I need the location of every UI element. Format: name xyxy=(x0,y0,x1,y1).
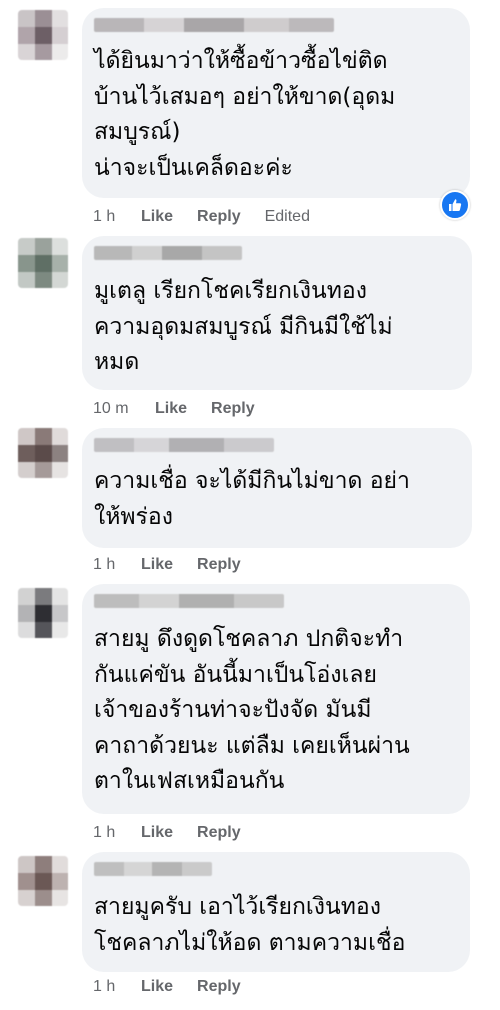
comment-actions: 1 h Like Reply xyxy=(93,977,265,997)
comment-bubble: สายมู ดึงดูดโชคลาภ ปกติจะทำ กันแค่ขัน อั… xyxy=(82,584,470,814)
comment-text: สายมูครับ เอาไว้เรียกเงินทอง โชคลาภไม่ให… xyxy=(94,894,406,956)
comment-bubble: สายมูครับ เอาไว้เรียกเงินทอง โชคลาภไม่ให… xyxy=(82,852,470,972)
comment-actions: 10 m Like Reply xyxy=(93,399,279,419)
reply-button[interactable]: Reply xyxy=(197,208,241,226)
comment-actions: 1 h Like Reply xyxy=(93,555,265,575)
author-name-blurred[interactable] xyxy=(94,18,334,32)
timestamp[interactable]: 1 h xyxy=(93,978,141,996)
avatar[interactable] xyxy=(18,856,68,906)
comment-bubble: ความเชื่อ จะได้มีกินไม่ขาด อย่า ให้พร่อง xyxy=(82,428,472,548)
author-name-blurred[interactable] xyxy=(94,246,242,260)
comment-text: ความเชื่อ จะได้มีกินไม่ขาด อย่า ให้พร่อง xyxy=(94,468,410,530)
reply-button[interactable]: Reply xyxy=(197,978,241,996)
avatar[interactable] xyxy=(18,10,68,60)
like-button[interactable]: Like xyxy=(141,208,173,226)
comment-actions: 1 h Like Reply Edited xyxy=(93,207,310,227)
reply-button[interactable]: Reply xyxy=(197,556,241,574)
like-button[interactable]: Like xyxy=(155,400,187,418)
comment-text: ได้ยินมาว่าให้ซื้อข้าวซื้อไข่ติด บ้านไว้… xyxy=(94,48,396,181)
like-button[interactable]: Like xyxy=(141,978,173,996)
comment-text: สายมู ดึงดูดโชคลาภ ปกติจะทำ กันแค่ขัน อั… xyxy=(94,626,410,794)
like-reaction-badge[interactable] xyxy=(440,190,470,220)
like-button[interactable]: Like xyxy=(141,824,173,842)
comment-bubble: มูเตลู เรียกโชคเรียกเงินทอง ความอุดมสมบู… xyxy=(82,236,472,390)
reply-button[interactable]: Reply xyxy=(211,400,255,418)
timestamp[interactable]: 1 h xyxy=(93,824,141,842)
avatar[interactable] xyxy=(18,238,68,288)
author-name-blurred[interactable] xyxy=(94,862,212,876)
author-name-blurred[interactable] xyxy=(94,594,284,608)
timestamp[interactable]: 1 h xyxy=(93,208,141,226)
timestamp[interactable]: 10 m xyxy=(93,400,155,418)
avatar[interactable] xyxy=(18,588,68,638)
like-icon xyxy=(449,199,462,211)
comment-text: มูเตลู เรียกโชคเรียกเงินทอง ความอุดมสมบู… xyxy=(94,278,393,375)
comment-bubble: ได้ยินมาว่าให้ซื้อข้าวซื้อไข่ติด บ้านไว้… xyxy=(82,8,470,198)
like-button[interactable]: Like xyxy=(141,556,173,574)
author-name-blurred[interactable] xyxy=(94,438,274,452)
edited-label[interactable]: Edited xyxy=(265,208,310,226)
comment-actions: 1 h Like Reply xyxy=(93,823,265,843)
reply-button[interactable]: Reply xyxy=(197,824,241,842)
timestamp[interactable]: 1 h xyxy=(93,556,141,574)
avatar[interactable] xyxy=(18,428,68,478)
